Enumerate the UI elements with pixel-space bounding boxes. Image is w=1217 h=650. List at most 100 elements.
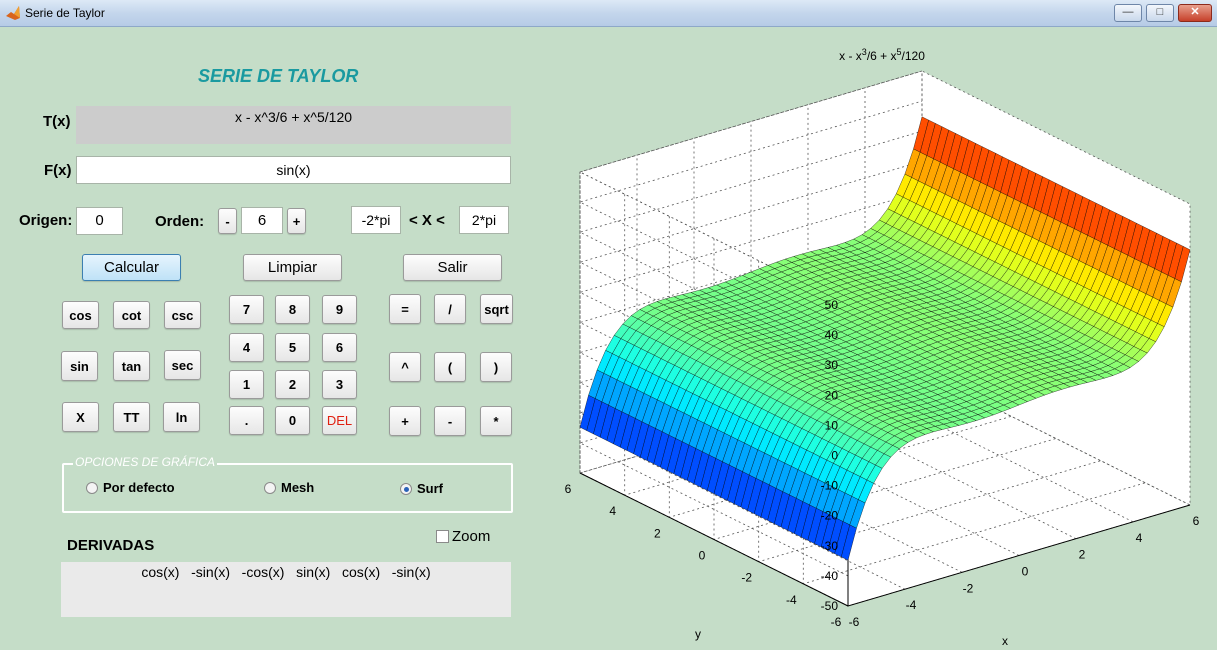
calculate-button[interactable]: Calcular <box>82 254 181 281</box>
maximize-button[interactable]: □ <box>1146 4 1174 22</box>
grid-line <box>578 221 923 456</box>
key-multiply[interactable]: * <box>480 406 512 436</box>
key-1[interactable]: 1 <box>229 370 264 399</box>
surface-patch <box>794 501 810 538</box>
key-2[interactable]: 2 <box>275 370 310 399</box>
surface-patch <box>741 347 758 355</box>
surface-patch <box>1126 331 1143 347</box>
key-x[interactable]: X <box>62 402 99 432</box>
key-equals[interactable]: = <box>389 294 421 324</box>
surface-patch <box>816 358 833 365</box>
key-open-paren[interactable]: ( <box>434 352 466 382</box>
surface-patch <box>797 343 815 350</box>
radio-default[interactable]: Por defecto <box>86 480 175 495</box>
surface-patch <box>777 333 794 340</box>
surface-patch <box>902 427 919 435</box>
surface-patch <box>848 301 865 309</box>
key-sin[interactable]: sin <box>61 351 98 381</box>
surface-patch <box>914 365 931 372</box>
surface-patch <box>762 281 779 289</box>
key-cos[interactable]: cos <box>62 301 99 329</box>
key-close-paren[interactable]: ) <box>480 352 512 382</box>
surface-patch <box>722 312 739 318</box>
surface-patch <box>1060 337 1077 346</box>
surface-patch <box>787 301 804 309</box>
surface-patch <box>1036 314 1052 325</box>
surface-patch <box>835 433 851 449</box>
surface-patch <box>1074 344 1091 353</box>
surface-patch <box>916 328 934 336</box>
surface-patch <box>685 306 702 313</box>
function-input[interactable]: sin(x) <box>76 156 511 184</box>
key-power[interactable]: ^ <box>389 352 421 382</box>
key-csc[interactable]: csc <box>164 301 201 329</box>
surface-patch <box>1101 299 1118 319</box>
surface-patch <box>1015 384 1032 392</box>
key-minus[interactable]: - <box>434 406 466 436</box>
surface-patch <box>926 300 943 307</box>
minimize-button[interactable]: — <box>1114 4 1142 22</box>
surface-patch <box>666 318 683 327</box>
surface-patch <box>673 441 690 478</box>
key-0[interactable]: 0 <box>275 406 310 435</box>
surface-patch <box>862 407 879 415</box>
key-decimal[interactable]: . <box>229 406 264 435</box>
surface-patch <box>795 374 812 382</box>
surface-patch <box>774 318 791 325</box>
zoom-checkbox[interactable]: Zoom <box>436 528 490 545</box>
radio-default-indicator[interactable] <box>86 481 98 494</box>
surface-patch <box>579 394 596 431</box>
surface-patch <box>1070 260 1087 284</box>
surface-patch <box>970 308 987 316</box>
x-max-input[interactable]: 2*pi <box>459 206 509 234</box>
surface-patch <box>1080 199 1097 236</box>
key-divide[interactable]: / <box>434 294 466 324</box>
key-7[interactable]: 7 <box>229 295 264 324</box>
order-decrement-button[interactable]: - <box>218 208 237 234</box>
close-button[interactable]: ✕ <box>1178 4 1212 22</box>
surface-patch <box>1014 314 1031 323</box>
key-4[interactable]: 4 <box>229 333 264 362</box>
surface-patch <box>934 375 951 382</box>
radio-surf[interactable]: Surf <box>400 481 443 496</box>
surface-patch <box>825 250 842 257</box>
surface-patch <box>863 435 880 448</box>
surface-patch <box>819 347 836 354</box>
key-tan[interactable]: tan <box>113 351 150 381</box>
surface-patch <box>1020 394 1037 402</box>
surface-patch <box>846 308 863 316</box>
order-input[interactable]: 6 <box>241 207 283 234</box>
clear-button[interactable]: Limpiar <box>243 254 342 281</box>
x-min-input[interactable]: -2*pi <box>351 206 401 234</box>
grid-line <box>807 104 1077 540</box>
surface-patch <box>1094 206 1110 243</box>
key-plus[interactable]: + <box>389 406 421 436</box>
surface-patch <box>734 298 751 305</box>
key-pi[interactable]: TT <box>113 402 150 432</box>
key-ln[interactable]: ln <box>163 402 200 432</box>
key-5[interactable]: 5 <box>275 333 310 362</box>
surface-patch <box>823 334 840 342</box>
key-8[interactable]: 8 <box>275 295 310 324</box>
exit-button[interactable]: Salir <box>403 254 502 281</box>
origin-input[interactable]: 0 <box>76 207 123 235</box>
key-cot[interactable]: cot <box>113 301 150 329</box>
surface-patch <box>981 240 998 259</box>
key-6[interactable]: 6 <box>322 333 357 362</box>
order-increment-button[interactable]: + <box>287 208 306 234</box>
key-9[interactable]: 9 <box>322 295 357 324</box>
surface-patch <box>835 318 852 326</box>
key-sec[interactable]: sec <box>164 350 201 380</box>
key-sqrt[interactable]: sqrt <box>480 294 513 324</box>
radio-mesh[interactable]: Mesh <box>264 480 314 495</box>
surface-patch <box>1071 379 1088 385</box>
key-3[interactable]: 3 <box>322 370 357 399</box>
surface-patch <box>1115 306 1132 326</box>
key-delete[interactable]: DEL <box>322 406 357 435</box>
zoom-checkbox-box[interactable] <box>436 530 449 543</box>
surface-patch <box>1104 336 1121 349</box>
radio-mesh-indicator[interactable] <box>264 481 276 494</box>
surface-patch <box>791 311 809 319</box>
surface-patch <box>1037 302 1054 316</box>
radio-surf-indicator[interactable] <box>400 482 412 495</box>
